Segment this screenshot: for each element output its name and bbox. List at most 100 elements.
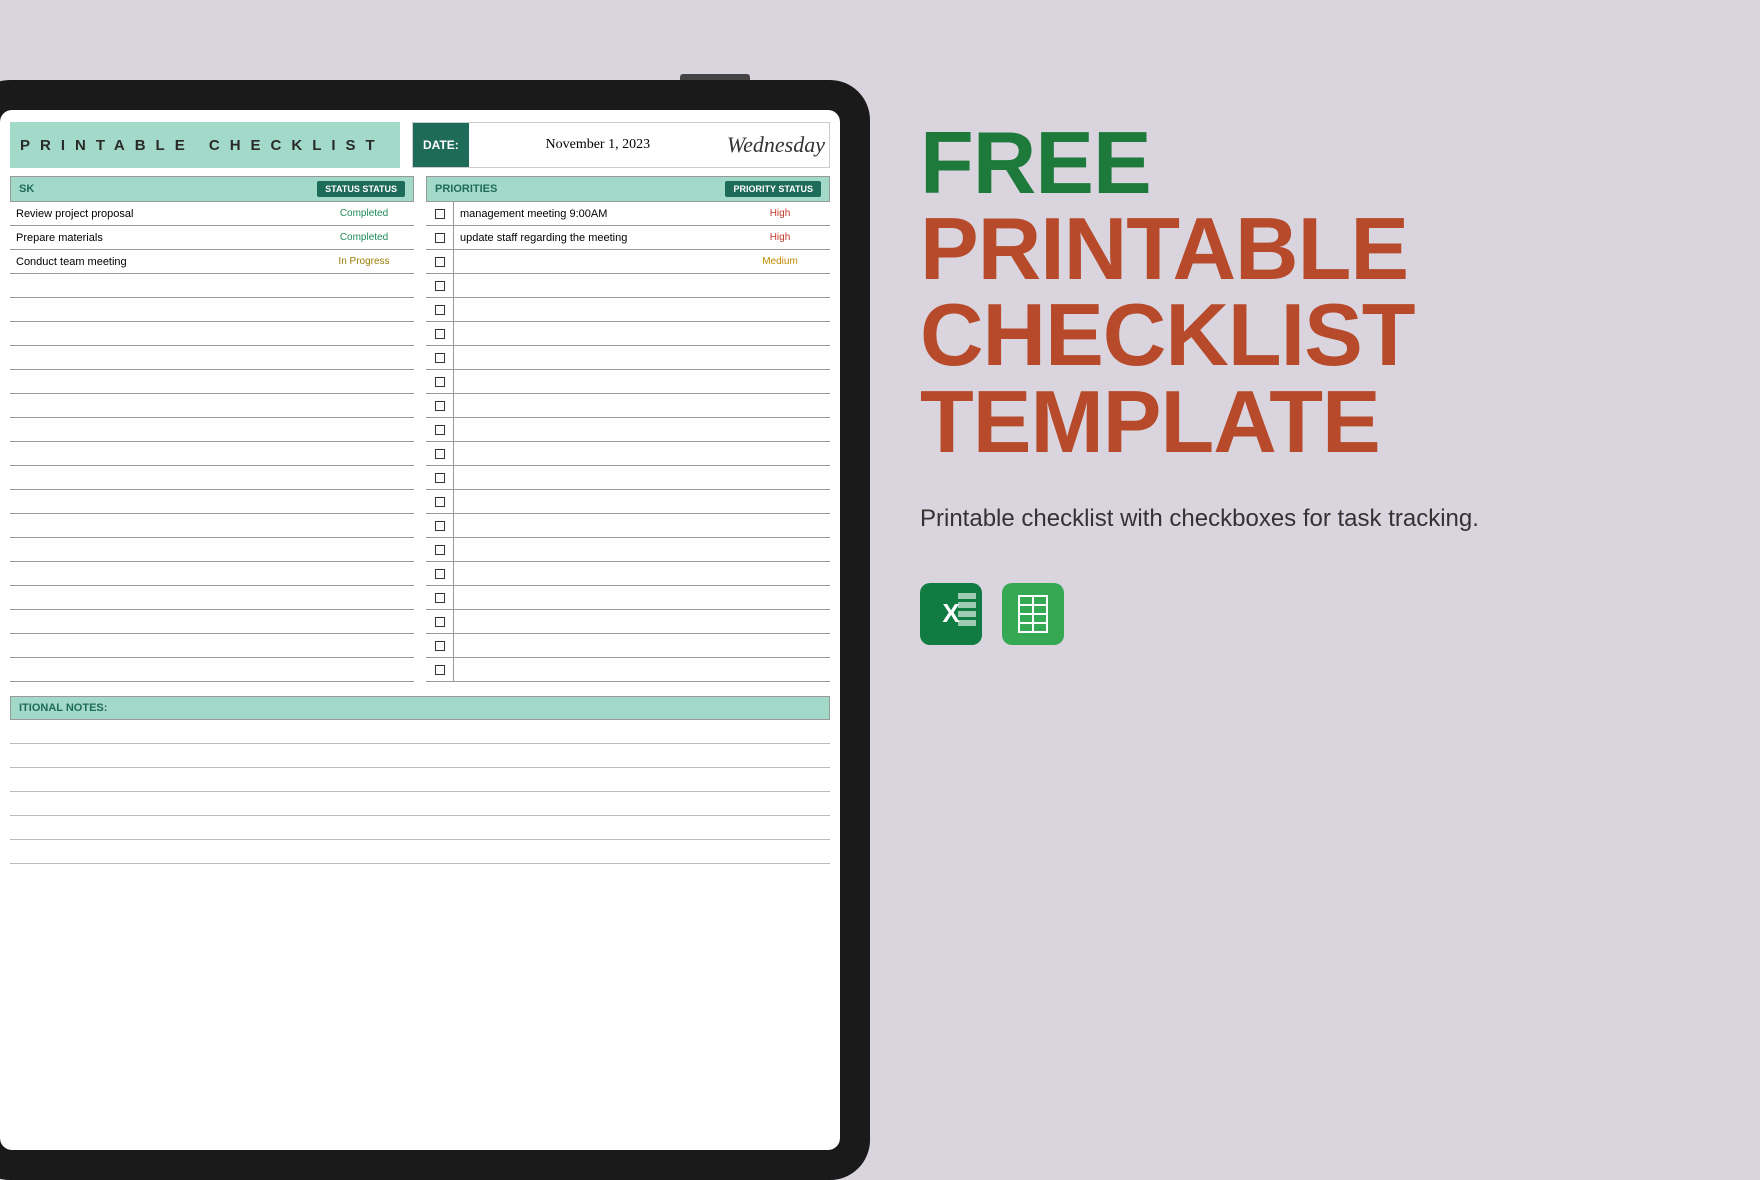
checkbox-cell[interactable]: [426, 274, 454, 297]
checkbox-icon: [435, 233, 445, 243]
task-row-empty: [10, 634, 414, 658]
task-text: Conduct team meeting: [10, 256, 314, 268]
excel-bars-icon: [958, 593, 976, 629]
checkbox-cell[interactable]: [426, 658, 454, 681]
checkbox-icon: [435, 473, 445, 483]
task-row-empty: [10, 562, 414, 586]
priority-row-empty: [426, 610, 830, 634]
checkbox-cell[interactable]: [426, 322, 454, 345]
task-status: In Progress: [314, 256, 414, 267]
subtitle: Printable checklist with checkboxes for …: [920, 505, 1680, 533]
task-row-empty: [10, 586, 414, 610]
task-header-label: SK: [19, 183, 34, 195]
task-row-empty: [10, 418, 414, 442]
checkbox-cell[interactable]: [426, 394, 454, 417]
headline-line3: TEMPLATE: [920, 379, 1680, 465]
priority-row: update staff regarding the meetingHigh: [426, 226, 830, 250]
priority-status: High: [730, 232, 830, 243]
checkbox-cell[interactable]: [426, 466, 454, 489]
checkbox-cell[interactable]: [426, 562, 454, 585]
checkbox-cell[interactable]: [426, 226, 454, 249]
priority-row: management meeting 9:00AMHigh: [426, 202, 830, 226]
checkbox-cell[interactable]: [426, 202, 454, 225]
priority-row-empty: [426, 298, 830, 322]
checkbox-cell[interactable]: [426, 514, 454, 537]
priorities-column: PRIORITIES PRIORITY STATUS management me…: [426, 176, 830, 682]
task-row-empty: [10, 370, 414, 394]
checkbox-icon: [435, 641, 445, 651]
notes-line: [10, 768, 830, 792]
priority-row-empty: [426, 274, 830, 298]
excel-icon[interactable]: X: [920, 583, 982, 645]
priority-text: update staff regarding the meeting: [454, 232, 730, 244]
task-row: Prepare materialsCompleted: [10, 226, 414, 250]
notes-line: [10, 840, 830, 864]
task-row-empty: [10, 442, 414, 466]
priorities-header-label: PRIORITIES: [435, 183, 497, 195]
checkbox-icon: [435, 257, 445, 267]
task-status: Completed: [314, 208, 414, 219]
checkbox-icon: [435, 521, 445, 531]
priority-row-empty: [426, 562, 830, 586]
checkbox-cell[interactable]: [426, 298, 454, 321]
checkbox-icon: [435, 617, 445, 627]
headline-line1: PRINTABLE: [920, 206, 1680, 292]
priority-row: Medium: [426, 250, 830, 274]
notes-line: [10, 744, 830, 768]
notes-section: ITIONAL NOTES:: [10, 696, 830, 864]
device-screen: PRINTABLE CHECKLIST DATE: November 1, 20…: [0, 110, 840, 1150]
notes-line: [10, 720, 830, 744]
checkbox-icon: [435, 353, 445, 363]
task-row-empty: [10, 298, 414, 322]
priority-row-empty: [426, 634, 830, 658]
task-row: Conduct team meetingIn Progress: [10, 250, 414, 274]
checkbox-cell[interactable]: [426, 442, 454, 465]
priority-row-empty: [426, 658, 830, 682]
date-bar: DATE: November 1, 2023 Wednesday: [412, 122, 830, 168]
notes-header: ITIONAL NOTES:: [10, 696, 830, 720]
priority-status: Medium: [730, 256, 830, 267]
task-row-empty: [10, 322, 414, 346]
priority-text: management meeting 9:00AM: [454, 208, 730, 220]
checkbox-cell[interactable]: [426, 610, 454, 633]
checkbox-icon: [435, 401, 445, 411]
checkbox-cell[interactable]: [426, 346, 454, 369]
task-status: Completed: [314, 232, 414, 243]
tasks-column: SK STATUS STATUS Review project proposal…: [10, 176, 414, 682]
priority-row-empty: [426, 418, 830, 442]
headline-line2: CHECKLIST: [920, 292, 1680, 378]
checkbox-icon: [435, 305, 445, 315]
checkbox-cell[interactable]: [426, 538, 454, 561]
priority-row-empty: [426, 346, 830, 370]
checkbox-icon: [435, 593, 445, 603]
priority-row-empty: [426, 490, 830, 514]
priority-row-empty: [426, 394, 830, 418]
priority-row-empty: [426, 514, 830, 538]
notes-line: [10, 792, 830, 816]
google-sheets-icon[interactable]: [1002, 583, 1064, 645]
day-of-week: Wednesday: [727, 132, 829, 158]
checkbox-icon: [435, 329, 445, 339]
checkbox-cell[interactable]: [426, 250, 454, 273]
priorities-header: PRIORITIES PRIORITY STATUS: [426, 176, 830, 202]
tasks-header: SK STATUS STATUS: [10, 176, 414, 202]
checkbox-icon: [435, 449, 445, 459]
checkbox-icon: [435, 209, 445, 219]
task-row: Review project proposalCompleted: [10, 202, 414, 226]
task-row-empty: [10, 466, 414, 490]
checkbox-cell[interactable]: [426, 634, 454, 657]
checkbox-cell[interactable]: [426, 490, 454, 513]
checkbox-cell[interactable]: [426, 370, 454, 393]
checkbox-icon: [435, 281, 445, 291]
checkbox-icon: [435, 377, 445, 387]
device-power-button: [680, 74, 750, 80]
headline-free: FREE: [920, 120, 1680, 206]
checkbox-cell[interactable]: [426, 586, 454, 609]
date-value: November 1, 2023: [469, 137, 727, 153]
checkbox-icon: [435, 665, 445, 675]
checkbox-cell[interactable]: [426, 418, 454, 441]
task-row-empty: [10, 538, 414, 562]
checkbox-icon: [435, 497, 445, 507]
checklist-title: PRINTABLE CHECKLIST: [10, 122, 400, 168]
checkbox-icon: [435, 425, 445, 435]
